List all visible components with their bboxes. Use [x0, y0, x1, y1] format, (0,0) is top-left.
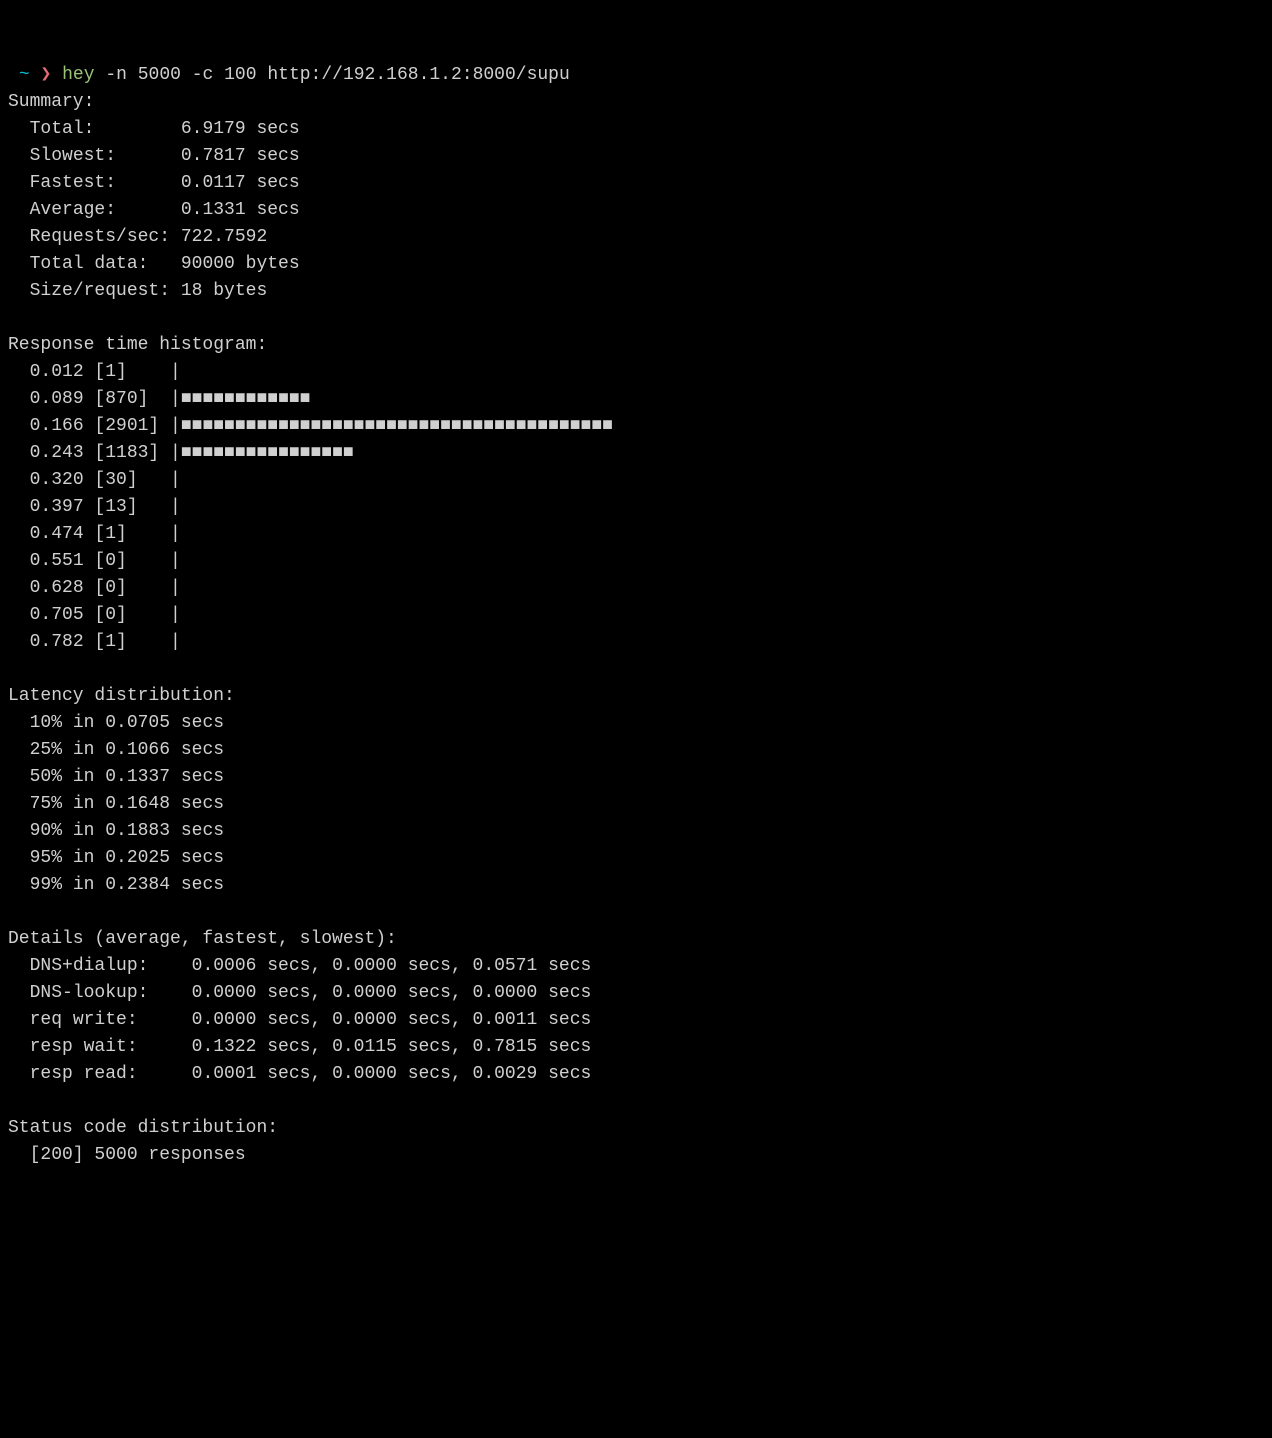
summary-label: Requests/sec:: [30, 227, 181, 247]
terminal-output: ~ ❯ hey -n 5000 -c 100 http://192.168.1.…: [8, 62, 1264, 1169]
details-label: resp wait:: [30, 1037, 192, 1057]
details-fast: 0.0115 secs,: [332, 1037, 472, 1057]
details-label: DNS+dialup:: [30, 956, 192, 976]
latency-header: Latency distribution:: [8, 686, 235, 706]
details-slow: 0.0011 secs: [473, 1010, 592, 1030]
histogram-header: Response time histogram:: [8, 335, 267, 355]
histogram-bucket: 0.166 [2901]: [30, 416, 170, 436]
histogram-bar: |: [170, 605, 181, 625]
details-avg: 0.0000 secs,: [192, 1010, 332, 1030]
details-avg: 0.0006 secs,: [192, 956, 332, 976]
histogram-bucket: 0.012 [1]: [30, 362, 170, 382]
summary-label: Size/request:: [30, 281, 181, 301]
prompt-tilde: ~: [19, 65, 30, 85]
details-fast: 0.0000 secs,: [332, 956, 472, 976]
histogram-bucket: 0.397 [13]: [30, 497, 170, 517]
details-avg: 0.0000 secs,: [192, 983, 332, 1003]
histogram-bar: |: [170, 470, 181, 490]
summary-label: Average:: [30, 200, 181, 220]
latency-row: 25% in 0.1066 secs: [30, 740, 224, 760]
prompt-arrow-icon: ❯: [40, 65, 51, 85]
latency-row: 10% in 0.0705 secs: [30, 713, 224, 733]
details-slow: 0.0000 secs: [473, 983, 592, 1003]
summary-label: Total data:: [30, 254, 181, 274]
histogram-bar: |: [170, 497, 181, 517]
summary-value: 722.7592: [181, 227, 267, 247]
histogram-bar: |: [170, 578, 181, 598]
histogram-bar: |■■■■■■■■■■■■■■■■■■■■■■■■■■■■■■■■■■■■■■■…: [170, 416, 613, 436]
summary-label: Slowest:: [30, 146, 181, 166]
details-header: Details (average, fastest, slowest):: [8, 929, 397, 949]
histogram-bar: |: [170, 632, 181, 652]
histogram-bar: |■■■■■■■■■■■■: [170, 389, 310, 409]
details-label: req write:: [30, 1010, 192, 1030]
histogram-bar: |■■■■■■■■■■■■■■■■: [170, 443, 354, 463]
summary-value: 0.1331 secs: [181, 200, 300, 220]
histogram-bucket: 0.320 [30]: [30, 470, 170, 490]
summary-value: 90000 bytes: [181, 254, 300, 274]
latency-row: 95% in 0.2025 secs: [30, 848, 224, 868]
details-fast: 0.0000 secs,: [332, 983, 472, 1003]
details-slow: 0.7815 secs: [473, 1037, 592, 1057]
histogram-bucket: 0.474 [1]: [30, 524, 170, 544]
command-name: hey: [62, 65, 94, 85]
histogram-bucket: 0.089 [870]: [30, 389, 170, 409]
details-fast: 0.0000 secs,: [332, 1064, 472, 1084]
summary-label: Total:: [30, 119, 181, 139]
status-line: [200] 5000 responses: [30, 1145, 246, 1165]
latency-row: 99% in 0.2384 secs: [30, 875, 224, 895]
summary-value: 0.7817 secs: [181, 146, 300, 166]
latency-row: 50% in 0.1337 secs: [30, 767, 224, 787]
histogram-bucket: 0.243 [1183]: [30, 443, 170, 463]
details-fast: 0.0000 secs,: [332, 1010, 472, 1030]
histogram-bucket: 0.705 [0]: [30, 605, 170, 625]
details-slow: 0.0571 secs: [473, 956, 592, 976]
histogram-bucket: 0.782 [1]: [30, 632, 170, 652]
histogram-bucket: 0.628 [0]: [30, 578, 170, 598]
histogram-bucket: 0.551 [0]: [30, 551, 170, 571]
summary-header: Summary:: [8, 92, 94, 112]
latency-row: 75% in 0.1648 secs: [30, 794, 224, 814]
command-args: -n 5000 -c 100 http://192.168.1.2:8000/s…: [105, 65, 569, 85]
details-avg: 0.1322 secs,: [192, 1037, 332, 1057]
summary-value: 0.0117 secs: [181, 173, 300, 193]
summary-value: 18 bytes: [181, 281, 267, 301]
details-avg: 0.0001 secs,: [192, 1064, 332, 1084]
details-slow: 0.0029 secs: [473, 1064, 592, 1084]
summary-label: Fastest:: [30, 173, 181, 193]
details-label: DNS-lookup:: [30, 983, 192, 1003]
details-label: resp read:: [30, 1064, 192, 1084]
histogram-bar: |: [170, 524, 181, 544]
latency-row: 90% in 0.1883 secs: [30, 821, 224, 841]
status-header: Status code distribution:: [8, 1118, 278, 1138]
histogram-bar: |: [170, 362, 181, 382]
summary-value: 6.9179 secs: [181, 119, 300, 139]
histogram-bar: |: [170, 551, 181, 571]
